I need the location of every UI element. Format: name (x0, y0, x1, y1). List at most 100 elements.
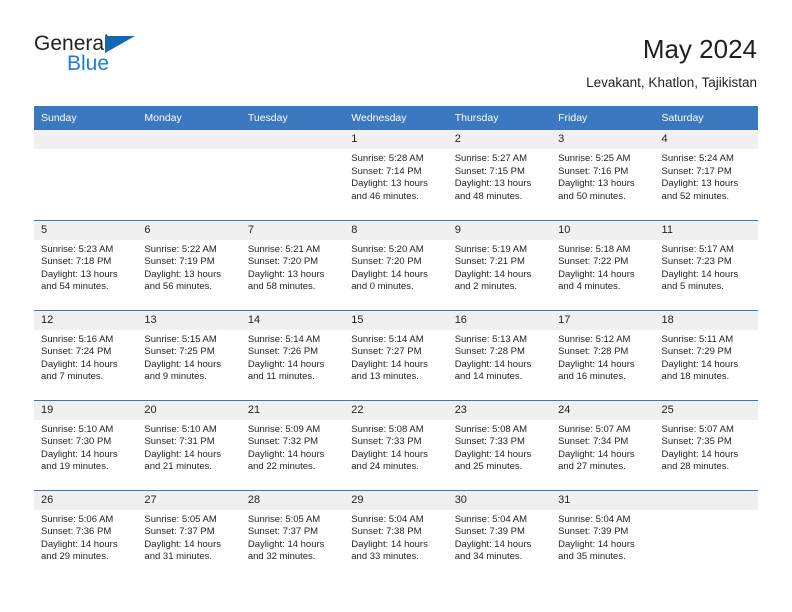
calendar-day-cell[interactable]: 24 Sunrise: 5:07 AM Sunset: 7:34 PM Dayligh… (551, 399, 655, 491)
calendar-week-row: 12 Sunrise: 5:16 AM Sunset: 7:24 PM Dayligh… (34, 309, 758, 401)
weekday-header-saturday: Saturday (654, 106, 758, 131)
daylight-text: Daylight: 14 hours and 22 minutes. (247, 448, 325, 473)
daylight-text: Daylight: 14 hours and 28 minutes. (661, 448, 739, 473)
calendar-cell-empty (654, 489, 758, 581)
sunrise-text: Sunrise: 5:19 AM (454, 243, 528, 255)
sunset-text: Sunset: 7:24 PM (41, 346, 112, 358)
calendar-day-cell[interactable]: 27 Sunrise: 5:05 AM Sunset: 7:37 PM Dayligh… (137, 489, 241, 581)
weekday-header-tuesday: Tuesday (240, 106, 345, 131)
sunset-text: Sunset: 7:37 PM (247, 526, 319, 538)
daylight-text: Daylight: 14 hours and 18 minutes. (661, 358, 739, 383)
daylight-text: Daylight: 14 hours and 34 minutes. (454, 538, 532, 563)
day-sun-info: Sunrise: 5:05 AM Sunset: 7:37 PM Daylight:… (241, 510, 344, 564)
day-sun-info: Sunrise: 5:04 AM Sunset: 7:39 PM Daylight:… (448, 510, 551, 564)
calendar-day-cell[interactable]: 18 Sunrise: 5:11 AM Sunset: 7:29 PM Dayligh… (654, 309, 758, 401)
daylight-text: Daylight: 14 hours and 25 minutes. (454, 448, 532, 473)
calendar-day-cell[interactable]: 21 Sunrise: 5:09 AM Sunset: 7:32 PM Dayligh… (240, 399, 345, 491)
page-subtitle: Levakant, Khatlon, Tajikistan (586, 74, 757, 90)
sunset-text: Sunset: 7:32 PM (247, 436, 319, 448)
day-sun-info: Sunrise: 5:04 AM Sunset: 7:38 PM Daylight:… (344, 510, 447, 564)
day-number: 15 (344, 310, 448, 330)
day-number: 17 (551, 310, 655, 330)
sunrise-text: Sunrise: 5:18 AM (558, 243, 631, 255)
calendar-day-cell[interactable]: 14 Sunrise: 5:14 AM Sunset: 7:26 PM Dayligh… (240, 309, 345, 401)
sunrise-text: Sunrise: 5:14 AM (247, 333, 321, 345)
day-number: 26 (34, 490, 138, 510)
calendar-day-cell[interactable]: 2 Sunrise: 5:27 AM Sunset: 7:15 PM Daylight… (447, 130, 552, 221)
calendar-day-cell[interactable]: 3 Sunrise: 5:25 AM Sunset: 7:16 PM Daylight… (551, 130, 655, 221)
day-sun-info: Sunrise: 5:14 AM Sunset: 7:26 PM Daylight:… (241, 330, 344, 384)
calendar-day-cell[interactable]: 6 Sunrise: 5:22 AM Sunset: 7:19 PM Daylight… (137, 219, 241, 311)
daylight-text: Daylight: 14 hours and 27 minutes. (558, 448, 635, 473)
day-sun-info: Sunrise: 5:09 AM Sunset: 7:32 PM Daylight:… (241, 420, 344, 474)
calendar-day-cell[interactable]: 31 Sunrise: 5:04 AM Sunset: 7:39 PM Dayligh… (551, 489, 655, 581)
calendar-day-cell[interactable]: 20 Sunrise: 5:10 AM Sunset: 7:31 PM Dayligh… (137, 399, 241, 491)
sunrise-text: Sunrise: 5:05 AM (144, 513, 217, 525)
sunrise-text: Sunrise: 5:20 AM (351, 243, 424, 255)
calendar-day-cell[interactable]: 13 Sunrise: 5:15 AM Sunset: 7:25 PM Dayligh… (137, 309, 241, 401)
calendar-day-cell[interactable]: 15 Sunrise: 5:14 AM Sunset: 7:27 PM Dayligh… (344, 309, 448, 401)
calendar-day-cell[interactable]: 16 Sunrise: 5:13 AM Sunset: 7:28 PM Dayligh… (447, 309, 552, 401)
daylight-text: Daylight: 13 hours and 46 minutes. (351, 178, 428, 202)
daylight-text: Daylight: 14 hours and 31 minutes. (144, 538, 221, 563)
sunset-text: Sunset: 7:36 PM (41, 526, 112, 538)
calendar-day-cell[interactable]: 17 Sunrise: 5:12 AM Sunset: 7:28 PM Dayligh… (551, 309, 655, 401)
sunrise-text: Sunrise: 5:21 AM (247, 243, 321, 255)
calendar-day-cell[interactable]: 1 Sunrise: 5:28 AM Sunset: 7:14 PM Daylight… (344, 130, 448, 221)
sunrise-text: Sunrise: 5:14 AM (351, 333, 424, 345)
daylight-text: Daylight: 14 hours and 0 minutes. (351, 268, 428, 293)
calendar-day-cell[interactable]: 10 Sunrise: 5:18 AM Sunset: 7:22 PM Dayligh… (551, 219, 655, 311)
sunrise-text: Sunrise: 5:13 AM (454, 333, 528, 345)
day-number (34, 130, 138, 150)
sunset-text: Sunset: 7:22 PM (558, 256, 629, 268)
calendar-day-cell[interactable]: 4 Sunrise: 5:24 AM Sunset: 7:17 PM Daylight… (654, 130, 758, 221)
sunrise-text: Sunrise: 5:10 AM (144, 423, 217, 435)
day-number: 6 (137, 220, 241, 240)
sunset-text: Sunset: 7:16 PM (558, 165, 629, 177)
calendar-week-row: 5 Sunrise: 5:23 AM Sunset: 7:18 PM Daylight… (34, 219, 758, 311)
calendar-day-cell[interactable]: 29 Sunrise: 5:04 AM Sunset: 7:38 PM Dayligh… (344, 489, 448, 581)
day-number: 2 (447, 130, 552, 150)
day-sun-info: Sunrise: 5:15 AM Sunset: 7:25 PM Daylight:… (137, 330, 240, 384)
calendar-day-cell[interactable]: 7 Sunrise: 5:21 AM Sunset: 7:20 PM Daylight… (240, 219, 345, 311)
sunrise-text: Sunrise: 5:11 AM (661, 333, 734, 345)
general-blue-logo[interactable]: General Blue (34, 33, 154, 81)
sunset-text: Sunset: 7:15 PM (454, 165, 525, 177)
day-number: 24 (551, 400, 655, 420)
calendar-day-cell[interactable]: 23 Sunrise: 5:08 AM Sunset: 7:33 PM Dayligh… (447, 399, 552, 491)
sunset-text: Sunset: 7:28 PM (454, 346, 525, 358)
day-sun-info: Sunrise: 5:25 AM Sunset: 7:16 PM Daylight:… (551, 149, 654, 203)
sunset-text: Sunset: 7:27 PM (351, 346, 422, 358)
logo-text-general: General (34, 32, 109, 55)
sunset-text: Sunset: 7:23 PM (661, 256, 732, 268)
day-sun-info: Sunrise: 5:05 AM Sunset: 7:37 PM Daylight:… (137, 510, 240, 564)
day-sun-info: Sunrise: 5:07 AM Sunset: 7:34 PM Daylight:… (551, 420, 654, 474)
daylight-text: Daylight: 14 hours and 2 minutes. (454, 268, 532, 293)
day-number: 21 (240, 400, 345, 420)
day-sun-info: Sunrise: 5:12 AM Sunset: 7:28 PM Daylight:… (551, 330, 654, 384)
daylight-text: Daylight: 14 hours and 19 minutes. (41, 448, 118, 473)
calendar-week-row: 19 Sunrise: 5:10 AM Sunset: 7:30 PM Dayligh… (34, 399, 758, 491)
calendar-cell-empty (137, 130, 241, 221)
title-block: May 2024 Levakant, Khatlon, Tajikistan (586, 33, 757, 91)
page-header: General Blue May 2024 Levakant, Khatlon,… (0, 0, 792, 91)
calendar-day-cell[interactable]: 12 Sunrise: 5:16 AM Sunset: 7:24 PM Dayligh… (34, 309, 138, 401)
calendar-day-cell[interactable]: 5 Sunrise: 5:23 AM Sunset: 7:18 PM Daylight… (34, 219, 138, 311)
calendar-day-cell[interactable]: 26 Sunrise: 5:06 AM Sunset: 7:36 PM Dayligh… (34, 489, 138, 581)
weekday-header-monday: Monday (137, 106, 241, 131)
day-number: 19 (34, 400, 138, 420)
calendar-day-cell[interactable]: 11 Sunrise: 5:17 AM Sunset: 7:23 PM Dayligh… (654, 219, 758, 311)
daylight-text: Daylight: 14 hours and 13 minutes. (351, 358, 428, 383)
calendar-day-cell[interactable]: 22 Sunrise: 5:08 AM Sunset: 7:33 PM Dayligh… (344, 399, 448, 491)
calendar-day-cell[interactable]: 25 Sunrise: 5:07 AM Sunset: 7:35 PM Dayligh… (654, 399, 758, 491)
sunrise-text: Sunrise: 5:08 AM (454, 423, 528, 435)
day-number: 16 (447, 310, 552, 330)
day-sun-info: Sunrise: 5:20 AM Sunset: 7:20 PM Daylight:… (344, 240, 447, 294)
sunset-text: Sunset: 7:38 PM (351, 526, 422, 538)
calendar-day-cell[interactable]: 28 Sunrise: 5:05 AM Sunset: 7:37 PM Dayligh… (240, 489, 345, 581)
calendar-day-cell[interactable]: 30 Sunrise: 5:04 AM Sunset: 7:39 PM Dayligh… (447, 489, 552, 581)
calendar-day-cell[interactable]: 19 Sunrise: 5:10 AM Sunset: 7:30 PM Dayligh… (34, 399, 138, 491)
calendar-day-cell[interactable]: 9 Sunrise: 5:19 AM Sunset: 7:21 PM Daylight… (447, 219, 552, 311)
day-sun-info: Sunrise: 5:04 AM Sunset: 7:39 PM Daylight:… (551, 510, 654, 564)
calendar-day-cell[interactable]: 8 Sunrise: 5:20 AM Sunset: 7:20 PM Daylight… (344, 219, 448, 311)
